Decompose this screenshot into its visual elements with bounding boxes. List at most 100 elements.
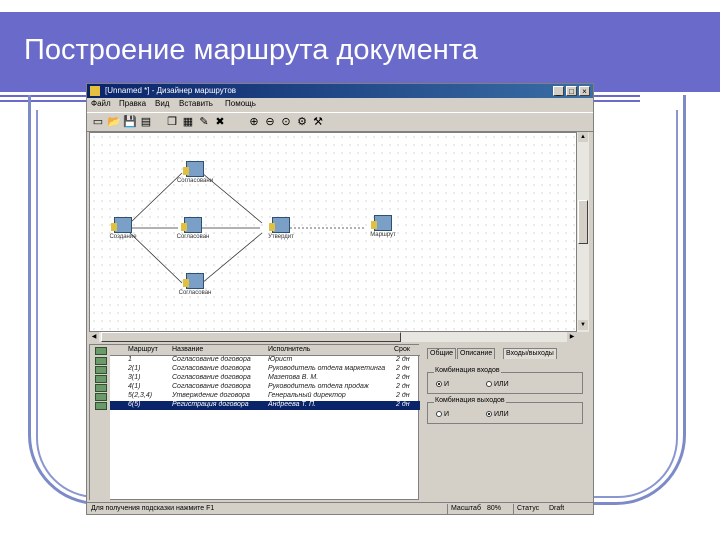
radio-label: ИЛИ (494, 411, 509, 418)
canvas-horizontal-scrollbar[interactable]: ◀ ▶ (89, 332, 577, 342)
tab-inputs-outputs[interactable]: Входы/выходы (503, 348, 557, 359)
scale-label: Масштаб (451, 505, 481, 512)
menu-view[interactable]: Вид (155, 99, 169, 108)
table-row-selected[interactable]: 6(5) Регистрация договора Андреева Т. П.… (110, 401, 420, 410)
menu-help[interactable]: Помощь (225, 99, 256, 108)
table-row[interactable]: 3(1) Согласование договора Мазепова В. М… (110, 374, 420, 383)
cell-executor: Генеральный директор (268, 392, 346, 399)
properties-icon[interactable]: ⚙ (295, 115, 309, 129)
menu-edit[interactable]: Правка (119, 99, 146, 108)
table-row[interactable]: 5(2,3,4) Утверждение договора Генеральны… (110, 392, 420, 401)
app-window: [Unnamed *] - Дизайнер маршрутов _ □ × Ф… (86, 83, 594, 515)
copy-icon[interactable]: ❐ (165, 115, 179, 129)
radio-label: И (444, 381, 450, 388)
cell-route: 4(1) (128, 383, 141, 390)
node-label: Согласован (176, 234, 210, 240)
node-label: Согласован (178, 290, 212, 296)
cell-name: Согласование договора (172, 356, 251, 363)
inputs-combination-group: Комбинация входов И ИЛИ (427, 367, 583, 394)
scroll-up-icon[interactable]: ▲ (578, 132, 588, 142)
step-icon (95, 384, 107, 392)
close-button[interactable]: × (579, 86, 590, 96)
status-divider (513, 504, 514, 514)
step-icon (95, 347, 107, 355)
radio-dot (486, 411, 492, 418)
col-header-executor[interactable]: Исполнитель (268, 346, 310, 353)
new-icon[interactable]: ▭ (91, 115, 105, 129)
cell-term: 2 дн (396, 374, 410, 381)
tab-description[interactable]: Описание (457, 348, 496, 359)
cell-route: 6(5) (128, 401, 141, 408)
node-label: Создание (109, 234, 137, 240)
col-header-term[interactable]: Срок (394, 346, 410, 353)
col-header-name[interactable]: Название (172, 346, 203, 353)
table-row[interactable]: 2(1) Согласование договора Руководитель … (110, 365, 420, 374)
group-title: Комбинация выходов (434, 397, 506, 404)
scroll-thumb[interactable] (101, 332, 401, 342)
task-icon (111, 217, 132, 233)
scroll-thumb[interactable] (578, 200, 588, 244)
toolbar: ▭ 📂 💾 ▤ ❐ ▦ ✎ ✖ ⊕ ⊖ ⊙ ⚙ ⚒ (87, 112, 593, 132)
delete-icon[interactable]: ✖ (213, 115, 227, 129)
route-table[interactable]: Маршрут Название Исполнитель Срок 1 Согл… (89, 344, 420, 501)
radio-out-or[interactable]: ИЛИ (486, 411, 509, 418)
cell-term: 2 дн (396, 383, 410, 390)
zoom-fit-icon[interactable]: ⊙ (279, 115, 293, 129)
task-icon (181, 217, 202, 233)
cell-name: Регистрация договора (172, 401, 249, 408)
cell-name: Утверждение договора (172, 392, 250, 399)
task-icon (371, 215, 392, 231)
paste-icon[interactable]: ▦ (181, 115, 195, 129)
table-row[interactable]: 1 Согласование договора Юрист 2 дн (110, 356, 420, 365)
scroll-left-icon[interactable]: ◀ (89, 332, 99, 342)
cell-executor: Руководитель отдела маркетинга (268, 365, 386, 372)
zoom-out-icon[interactable]: ⊖ (263, 115, 277, 129)
node-label: Согласовани (176, 178, 214, 184)
save-icon[interactable]: 💾 (123, 115, 137, 129)
cell-executor: Андреева Т. П. (268, 401, 316, 408)
menu-bar: Файл Правка Вид Вставить Помощь (87, 98, 593, 110)
print-icon[interactable]: ▤ (139, 115, 153, 129)
scroll-down-icon[interactable]: ▼ (578, 320, 588, 330)
maximize-button[interactable]: □ (566, 86, 577, 96)
diagram-canvas[interactable]: Создание Согласовани Согласован Согласов… (89, 132, 577, 332)
tab-general[interactable]: Общие (427, 348, 457, 359)
cell-executor: Мазепова В. М. (268, 374, 319, 381)
menu-insert[interactable]: Вставить (179, 99, 213, 108)
cell-route: 3(1) (128, 374, 141, 381)
table-row[interactable]: 4(1) Согласование договора Руководитель … (110, 383, 420, 392)
state-label: Статус (517, 505, 540, 512)
scroll-right-icon[interactable]: ▶ (567, 332, 577, 342)
radio-in-and[interactable]: И (436, 381, 449, 388)
tools-icon[interactable]: ⚒ (311, 115, 325, 129)
minimize-button[interactable]: _ (553, 86, 564, 96)
cell-term: 2 дн (396, 392, 410, 399)
wizard-icon[interactable]: ✎ (197, 115, 211, 129)
step-icon (95, 375, 107, 383)
step-icon (95, 366, 107, 374)
node-label: Утвердит (268, 234, 294, 240)
task-icon (183, 161, 204, 177)
group-title: Комбинация входов (434, 367, 501, 374)
connector-start-approve-bottom (129, 232, 183, 284)
canvas-vertical-scrollbar[interactable]: ▲ ▼ (577, 132, 589, 332)
lower-pane: Маршрут Название Исполнитель Срок 1 Согл… (89, 344, 591, 501)
zoom-in-icon[interactable]: ⊕ (247, 115, 261, 129)
cell-term: 2 дн (396, 356, 410, 363)
cell-route: 2(1) (128, 365, 141, 372)
open-icon[interactable]: 📂 (107, 115, 121, 129)
cell-name: Согласование договора (172, 374, 251, 381)
radio-dot (436, 411, 442, 418)
radio-out-and[interactable]: И (436, 411, 449, 418)
task-icon (269, 217, 290, 233)
table-header: Маршрут Название Исполнитель Срок (110, 345, 420, 356)
status-bar: Для получения подсказки нажмите F1 Масшт… (87, 502, 593, 515)
step-icon (95, 393, 107, 401)
radio-in-or[interactable]: ИЛИ (486, 381, 509, 388)
col-header-route[interactable]: Маршрут (128, 346, 158, 353)
status-divider (447, 504, 448, 514)
cell-term: 2 дн (396, 365, 410, 372)
status-hint: Для получения подсказки нажмите F1 (91, 505, 215, 512)
menu-file[interactable]: Файл (91, 99, 111, 108)
radio-label: ИЛИ (494, 381, 509, 388)
